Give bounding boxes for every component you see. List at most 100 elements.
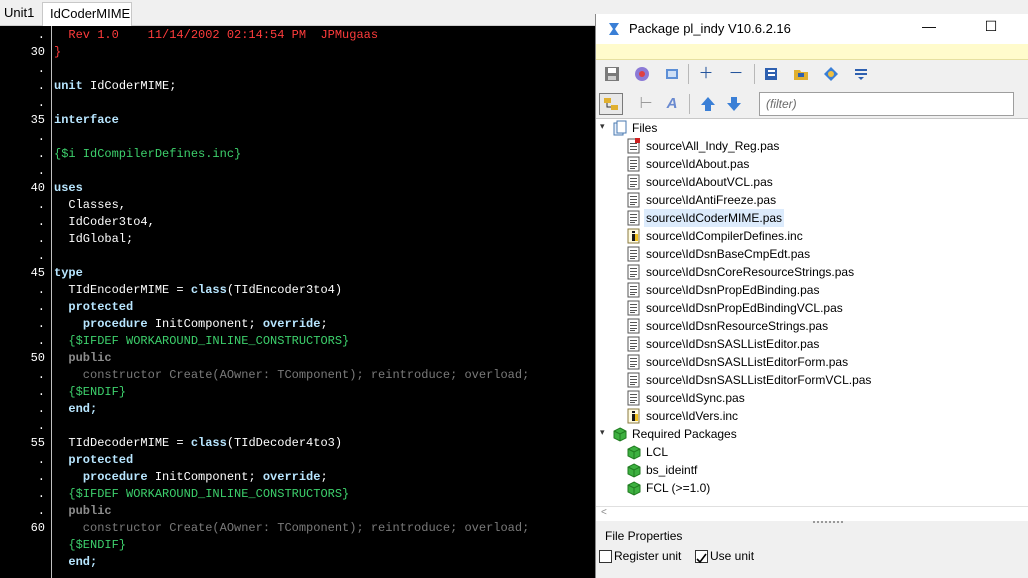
tree-item-label: source\IdAbout.pas [646, 157, 750, 171]
line-number: . [37, 334, 45, 348]
code-line: protected [54, 452, 133, 469]
line-number: . [37, 504, 45, 518]
maximize-button[interactable]: ☐ [981, 18, 1001, 38]
code-line: procedure InitComponent; override; [54, 469, 328, 486]
compile-icon[interactable] [630, 63, 654, 85]
add-icon[interactable]: ＋ [694, 63, 718, 85]
code-token: {$ENDIF} [54, 538, 127, 552]
gutter-separator [51, 26, 52, 578]
code-token: (TIdDecoder4to3) [226, 436, 343, 450]
file-properties-title: File Properties [605, 529, 683, 543]
move-up-icon[interactable] [696, 93, 720, 115]
code-token: TIdEncoderMIME = [54, 283, 191, 297]
splitter-grip[interactable] [813, 521, 843, 524]
package-editor-window: Package pl_indy V10.6.2.16 — ☐ ＋ － ⊢ A (… [595, 14, 1028, 578]
required-expander-icon[interactable]: ▾ [600, 427, 605, 438]
move-down-icon[interactable] [722, 93, 746, 115]
tree-item-label: source\IdVers.inc [646, 409, 739, 423]
code-token: procedure [82, 470, 148, 484]
line-number: 40 [30, 181, 45, 195]
code-line: {$IFDEF WORKAROUND_INLINE_CONSTRUCTORS} [54, 486, 349, 503]
package-icon [613, 427, 627, 442]
tab-idcodermime[interactable]: IdCoderMIME [42, 2, 132, 26]
code-token: uses [54, 181, 83, 195]
tree-item-label: Files [632, 121, 658, 135]
line-number: . [37, 130, 45, 144]
line-number: . [37, 79, 45, 93]
toolbar-separator [689, 94, 690, 114]
code-line: public [54, 350, 111, 367]
sort-alphabetically-icon[interactable]: A [660, 93, 684, 115]
files-folder-icon [613, 120, 627, 136]
pascal-file-icon [627, 390, 640, 406]
window-title-bar[interactable]: Package pl_indy V10.6.2.16 — ☐ [596, 14, 1028, 44]
use-unit-checkbox[interactable] [695, 550, 708, 564]
pascal-file-icon [627, 354, 640, 370]
package-info-icon[interactable] [819, 63, 843, 85]
show-directory-icon[interactable]: ⊢ [634, 93, 658, 115]
code-token: override [262, 470, 321, 484]
save-icon[interactable] [600, 63, 624, 85]
line-number: . [37, 317, 45, 331]
code-token: {$IFDEF WORKAROUND_INLINE_CONSTRUCTORS} [54, 487, 350, 501]
pascal-file-icon [627, 192, 640, 208]
include-file-icon [627, 228, 640, 244]
code-token: IdCoder3to4, [54, 215, 155, 229]
filter-input[interactable]: (filter) [759, 92, 1014, 116]
code-token: constructor Create(AOwner: TComponent); … [54, 368, 530, 382]
code-token: Classes, [54, 198, 127, 212]
code-line: {$IFDEF WORKAROUND_INLINE_CONSTRUCTORS} [54, 333, 349, 350]
code-token: {$IFDEF WORKAROUND_INLINE_CONSTRUCTORS} [54, 334, 350, 348]
remove-icon[interactable]: － [724, 63, 748, 85]
tree-item-label: source\IdDsnPropEdBinding.pas [646, 283, 820, 297]
code-token: type [54, 266, 83, 280]
line-number: . [37, 402, 45, 416]
code-token: Rev 1.0 11/14/2002 02:14:54 PM JPMugaas [54, 28, 379, 42]
pascal-file-icon [627, 246, 640, 262]
open-folder-icon[interactable] [789, 63, 813, 85]
code-line: TIdDecoderMIME = class(TIdDecoder4to3) [54, 435, 342, 452]
code-line: end; [54, 554, 97, 571]
line-number: . [37, 164, 45, 178]
files-expander-icon[interactable]: ▾ [600, 121, 605, 132]
tree-item-label: LCL [646, 445, 669, 459]
tab-unit1[interactable]: Unit1 [0, 2, 40, 26]
code-token: protected [54, 453, 134, 467]
code-line: interface [54, 112, 119, 129]
tree-item-label: FCL (>=1.0) [646, 481, 711, 495]
window-title: Package pl_indy V10.6.2.16 [629, 21, 791, 36]
package-file-tree[interactable]: ▾ Files source\All_Indy_Reg.pas source\IdAb… [596, 118, 1028, 506]
source-editor[interactable]: . 30... 35... 40.... 45.... 50.... 55.... 60 Re… [0, 26, 596, 578]
code-token: ; [320, 470, 328, 484]
directory-hierarchy-icon[interactable] [599, 93, 623, 115]
pascal-file-icon [627, 372, 640, 388]
code-token: InitComponent; [147, 317, 263, 331]
tree-item-label: source\IdDsnBaseCmpEdt.pas [646, 247, 811, 261]
register-unit-checkbox[interactable] [599, 550, 612, 563]
use-icon[interactable] [660, 63, 684, 85]
minimize-button[interactable]: — [919, 18, 939, 38]
line-number: . [37, 198, 45, 212]
scroll-left-icon[interactable]: < [601, 507, 607, 518]
file-properties-panel: File Properties Register unit Use unit [596, 521, 1028, 578]
hint-bar [596, 44, 1028, 60]
tree-item-label: source\IdDsnSASLListEditorFormVCL.pas [646, 373, 872, 387]
line-number: . [37, 249, 45, 263]
line-number: . [37, 96, 45, 110]
code-token: interface [54, 113, 119, 127]
tree-item-label: source\IdDsnResourceStrings.pas [646, 319, 829, 333]
code-line: protected [54, 299, 133, 316]
code-token: end; [54, 402, 98, 416]
line-number: . [37, 283, 45, 297]
tree-item-label: source\IdDsnCoreResourceStrings.pas [646, 265, 855, 279]
tree-horizontal-scrollbar[interactable]: < [596, 506, 1028, 521]
code-line: } [54, 44, 61, 61]
more-menu-icon[interactable] [849, 63, 873, 85]
code-token: class [190, 283, 227, 297]
options-icon[interactable] [759, 63, 783, 85]
tree-item-label: Required Packages [632, 427, 737, 441]
tree-item-label: source\All_Indy_Reg.pas [646, 139, 780, 153]
pascal-file-icon [627, 156, 640, 172]
code-token: IdCoderMIME; [82, 79, 177, 93]
